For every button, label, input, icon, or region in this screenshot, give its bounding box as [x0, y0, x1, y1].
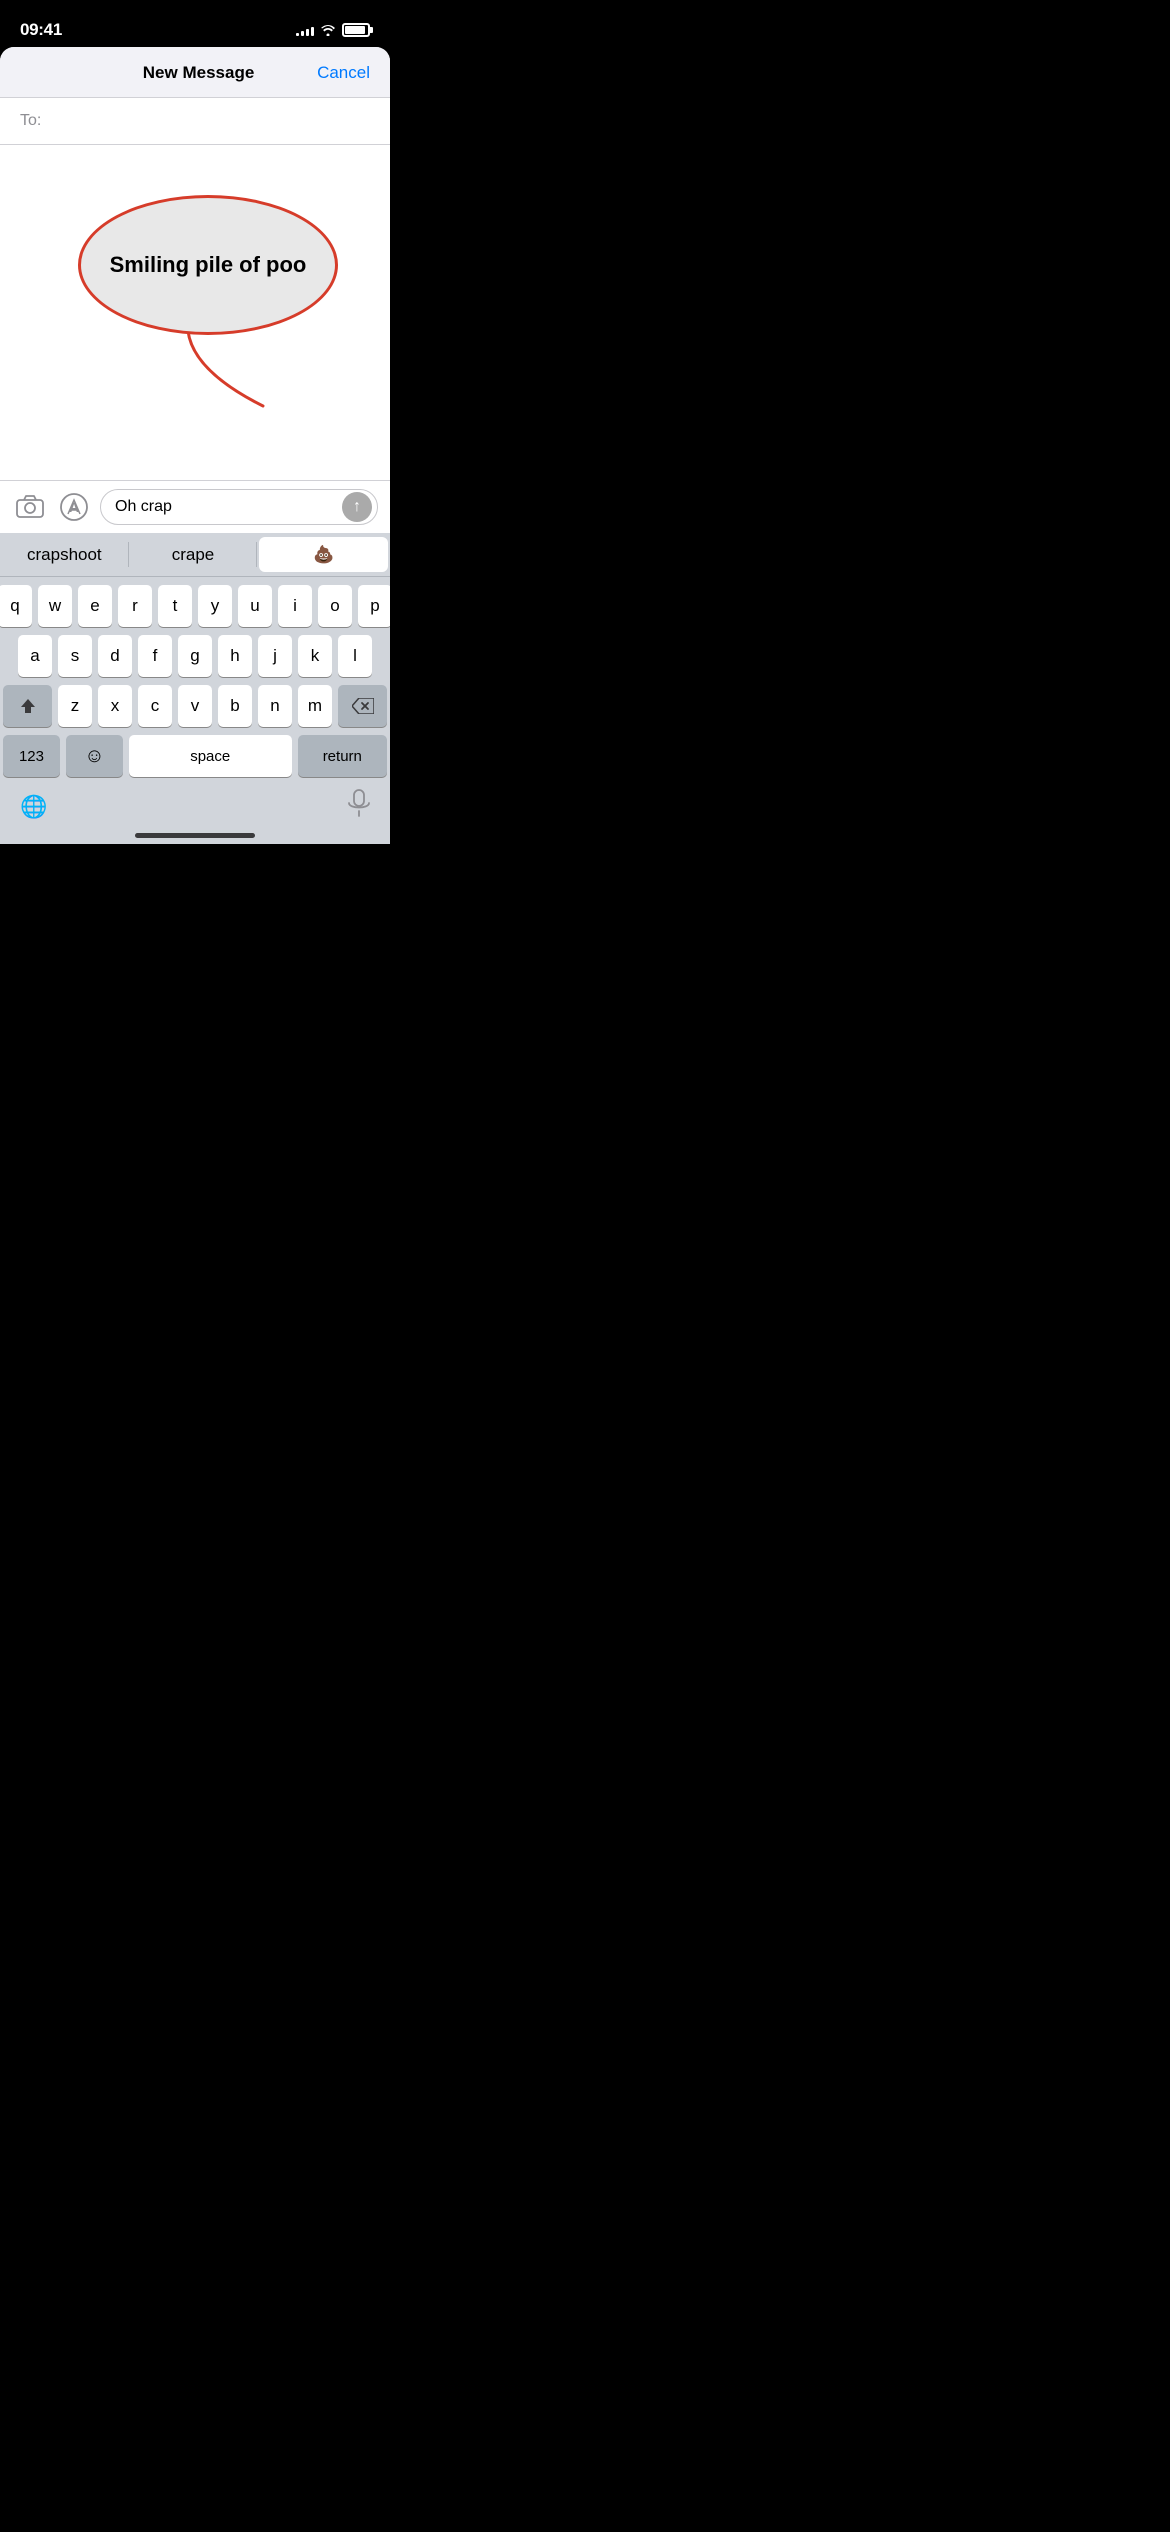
appstore-icon: A — [59, 492, 89, 522]
autocomplete-item-3[interactable]: 💩 — [259, 537, 388, 572]
delete-key[interactable] — [338, 685, 387, 727]
signal-bar-3 — [306, 29, 309, 36]
key-w[interactable]: w — [38, 585, 72, 627]
autocomplete-item-2[interactable]: crape — [129, 533, 258, 576]
appstore-button[interactable]: A — [56, 489, 92, 525]
key-y[interactable]: y — [198, 585, 232, 627]
key-t[interactable]: t — [158, 585, 192, 627]
key-z[interactable]: z — [58, 685, 92, 727]
key-j[interactable]: j — [258, 635, 292, 677]
key-l[interactable]: l — [338, 635, 372, 677]
key-u[interactable]: u — [238, 585, 272, 627]
autocomplete-item-1[interactable]: crapshoot — [0, 533, 129, 576]
key-row-2: a s d f g h j k l — [3, 635, 387, 677]
key-q[interactable]: q — [0, 585, 32, 627]
autocomplete-bar: crapshoot crape 💩 — [0, 533, 390, 577]
key-b[interactable]: b — [218, 685, 252, 727]
input-bar: A Oh crap ↑ — [0, 480, 390, 533]
key-x[interactable]: x — [98, 685, 132, 727]
shift-key[interactable] — [3, 685, 52, 727]
wifi-icon — [320, 24, 336, 36]
key-o[interactable]: o — [318, 585, 352, 627]
message-input-text: Oh crap — [115, 498, 339, 516]
to-label: To: — [20, 112, 41, 130]
key-d[interactable]: d — [98, 635, 132, 677]
return-key[interactable]: return — [298, 735, 387, 777]
key-p[interactable]: p — [358, 585, 390, 627]
key-h[interactable]: h — [218, 635, 252, 677]
home-indicator — [135, 833, 255, 838]
globe-icon[interactable]: 🌐 — [20, 794, 47, 820]
nav-title: New Message — [143, 63, 255, 83]
key-a[interactable]: a — [18, 635, 52, 677]
nav-header: New Message Cancel — [0, 47, 390, 98]
to-field-row: To: — [0, 98, 390, 145]
emoji-tooltip-text: Smiling pile of poo — [110, 251, 307, 280]
app-container: New Message Cancel To: Smiling pile of p… — [0, 47, 390, 844]
send-button[interactable]: ↑ — [342, 492, 372, 522]
camera-button[interactable] — [12, 489, 48, 525]
key-i[interactable]: i — [278, 585, 312, 627]
signal-bar-2 — [301, 31, 304, 36]
key-s[interactable]: s — [58, 635, 92, 677]
emoji-key[interactable]: ☺ — [66, 735, 123, 777]
keyboard-rows: q w e r t y u i o p a s d f g h j k — [0, 577, 390, 781]
battery-icon — [342, 23, 370, 37]
key-r[interactable]: r — [118, 585, 152, 627]
message-area[interactable]: Smiling pile of poo — [0, 145, 390, 480]
status-icons — [296, 23, 370, 37]
microphone-icon — [348, 789, 370, 817]
numbers-key[interactable]: 123 — [3, 735, 60, 777]
key-c[interactable]: c — [138, 685, 172, 727]
key-e[interactable]: e — [78, 585, 112, 627]
keyboard[interactable]: crapshoot crape 💩 q w e r t y u i o p a — [0, 533, 390, 844]
signal-bar-1 — [296, 33, 299, 36]
home-line — [135, 833, 255, 838]
key-n[interactable]: n — [258, 685, 292, 727]
key-k[interactable]: k — [298, 635, 332, 677]
tooltip-tail-icon — [183, 331, 273, 411]
signal-bars-icon — [296, 24, 314, 36]
key-row-bottom: 123 ☺ space return — [3, 735, 387, 777]
delete-icon — [352, 698, 374, 714]
space-key[interactable]: space — [129, 735, 292, 777]
key-v[interactable]: v — [178, 685, 212, 727]
key-row-1: q w e r t y u i o p — [3, 585, 387, 627]
emoji-tooltip-container: Smiling pile of poo — [78, 195, 338, 411]
status-bar: 09:41 — [0, 0, 390, 47]
emoji-tooltip-bubble: Smiling pile of poo — [78, 195, 338, 335]
to-input[interactable] — [49, 112, 370, 130]
cancel-button[interactable]: Cancel — [317, 63, 370, 83]
key-m[interactable]: m — [298, 685, 332, 727]
camera-icon — [16, 495, 44, 519]
send-arrow-icon: ↑ — [353, 499, 361, 515]
message-input-wrap[interactable]: Oh crap ↑ — [100, 489, 378, 525]
status-time: 09:41 — [20, 20, 62, 40]
signal-bar-4 — [311, 27, 314, 36]
shift-icon — [19, 697, 37, 715]
key-f[interactable]: f — [138, 635, 172, 677]
key-g[interactable]: g — [178, 635, 212, 677]
mic-icon[interactable] — [348, 789, 370, 824]
key-row-3: z x c v b n m — [3, 685, 387, 727]
keyboard-bottom-bar: 🌐 — [0, 781, 390, 844]
battery-fill — [345, 26, 365, 34]
